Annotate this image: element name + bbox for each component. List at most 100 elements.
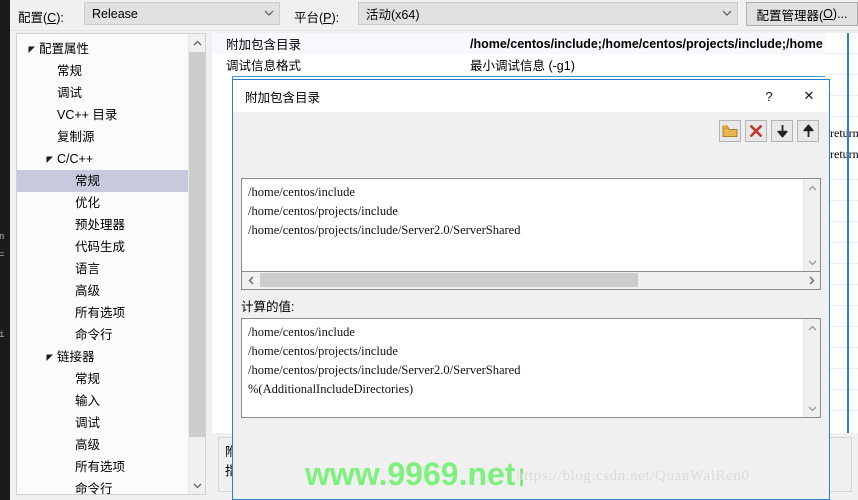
- evaluated-line: /home/centos/include: [248, 325, 355, 339]
- chevron-up-icon[interactable]: [189, 34, 205, 51]
- list-horizontal-scrollbar[interactable]: [241, 272, 821, 290]
- move-up-icon[interactable]: [797, 120, 819, 142]
- sidebar-item-10[interactable]: 语言: [17, 258, 189, 280]
- property-name: 附加包含目录: [226, 38, 302, 52]
- sidebar-item-11[interactable]: 高级: [17, 280, 189, 302]
- sidebar-item-label: 预处理器: [75, 218, 126, 232]
- evaluated-vertical-scrollbar[interactable]: [803, 319, 820, 417]
- sidebar-item-label: 优化: [75, 196, 101, 210]
- include-directories-list[interactable]: /home/centos/include/home/centos/project…: [241, 178, 821, 272]
- chevron-down-icon[interactable]: [804, 400, 820, 417]
- chevron-down-icon: [717, 10, 737, 17]
- platform-value: 活动(x64): [366, 8, 420, 22]
- chevron-up-icon[interactable]: [804, 179, 820, 196]
- move-down-icon[interactable]: [771, 120, 793, 142]
- dialog-title: 附加包含目录: [245, 90, 321, 105]
- gutter-fragment: =: [0, 250, 5, 260]
- toolbar-divider: [10, 30, 858, 31]
- sidebar-item-label: 配置属性: [39, 42, 90, 56]
- delete-icon[interactable]: [745, 120, 767, 142]
- sidebar-item-3[interactable]: VC++ 目录: [17, 104, 189, 126]
- platform-combobox[interactable]: 活动(x64): [358, 2, 738, 25]
- platform-label: 平台(P):: [294, 11, 340, 25]
- sidebar-item-18[interactable]: 高级: [17, 434, 189, 456]
- table-row[interactable]: 调试信息格式 最小调试信息 (-g1): [212, 54, 858, 75]
- sidebar-item-label: 常规: [75, 372, 101, 386]
- sidebar-item-label: 调试: [75, 416, 101, 430]
- sidebar-item-1[interactable]: 常规: [17, 60, 189, 82]
- tree-scrollbar-thumb[interactable]: [189, 52, 205, 437]
- chevron-down-icon[interactable]: [189, 477, 205, 494]
- property-pages-window: 配置(C): Release 平台(P): 活动(x64) 配置管理器(O)..…: [10, 0, 858, 500]
- configuration-combobox[interactable]: Release: [84, 2, 280, 25]
- configuration-label: 配置(C):: [18, 11, 64, 25]
- sidebar-item-19[interactable]: 所有选项: [17, 456, 189, 478]
- sidebar-item-label: 复制源: [57, 130, 95, 144]
- code-fragment: return: [830, 147, 858, 161]
- sidebar-item-7[interactable]: 优化: [17, 192, 189, 214]
- sidebar-item-2[interactable]: 调试: [17, 82, 189, 104]
- sidebar-item-label: 输入: [75, 394, 101, 408]
- configuration-value: Release: [92, 6, 138, 21]
- chevron-down-icon[interactable]: [804, 254, 820, 271]
- evaluated-line: /home/centos/projects/include: [248, 344, 398, 358]
- evaluated-value-label: 计算的值:: [241, 300, 295, 314]
- evaluated-value-items: /home/centos/include/home/centos/project…: [242, 319, 820, 399]
- tree-scrollbar[interactable]: [188, 34, 205, 494]
- evaluated-line: %(AdditionalIncludeDirectories): [248, 382, 414, 396]
- sidebar-item-13[interactable]: 命令行: [17, 324, 189, 346]
- help-button[interactable]: ?: [749, 81, 789, 111]
- horizontal-scrollbar-thumb[interactable]: [260, 273, 638, 287]
- sidebar-item-label: 命令行: [75, 328, 113, 342]
- sidebar-item-17[interactable]: 调试: [17, 412, 189, 434]
- dialog-title-bar[interactable]: 附加包含目录 ? ✕: [233, 80, 829, 112]
- sidebar-item-14[interactable]: 链接器: [17, 346, 189, 368]
- sidebar-item-20[interactable]: 命令行: [17, 478, 189, 495]
- chevron-right-icon[interactable]: [803, 272, 820, 288]
- sidebar-item-5[interactable]: C/C++: [17, 148, 189, 170]
- sidebar-item-label: 命令行: [75, 482, 113, 495]
- property-value[interactable]: 最小调试信息 (-g1): [470, 55, 858, 74]
- sidebar-item-4[interactable]: 复制源: [17, 126, 189, 148]
- gutter-fragment: n: [0, 232, 5, 242]
- twisty-expanded-icon[interactable]: [25, 45, 39, 54]
- sidebar-item-8[interactable]: 预处理器: [17, 214, 189, 236]
- configuration-toolbar: 配置(C): Release 平台(P): 活动(x64) 配置管理器(O)..…: [10, 0, 858, 30]
- gutter-fragment: i: [0, 330, 5, 340]
- sidebar-item-label: 常规: [57, 64, 83, 78]
- list-item[interactable]: /home/centos/projects/include: [248, 202, 802, 221]
- sidebar-item-15[interactable]: 常规: [17, 368, 189, 390]
- twisty-expanded-icon[interactable]: [43, 353, 57, 362]
- dialog-body: /home/centos/include/home/centos/project…: [233, 112, 829, 499]
- dialog-toolbar: [719, 120, 819, 144]
- list-vertical-scrollbar[interactable]: [803, 179, 820, 271]
- sidebar-item-0[interactable]: 配置属性: [17, 38, 189, 60]
- sidebar-item-9[interactable]: 代码生成: [17, 236, 189, 258]
- list-item[interactable]: /home/centos/projects/include/Server2.0/…: [248, 221, 802, 240]
- sidebar-item-label: 链接器: [57, 350, 95, 364]
- code-fragment: return: [830, 126, 858, 140]
- sidebar-item-12[interactable]: 所有选项: [17, 302, 189, 324]
- configuration-manager-button[interactable]: 配置管理器(O)...: [746, 2, 858, 26]
- new-folder-icon[interactable]: [719, 120, 741, 142]
- sidebar-item-label: 语言: [75, 262, 101, 276]
- sidebar-item-label: 代码生成: [75, 240, 126, 254]
- sidebar-item-label: 高级: [75, 438, 101, 452]
- sidebar-item-16[interactable]: 输入: [17, 390, 189, 412]
- sidebar-item-label: C/C++: [57, 152, 94, 166]
- chevron-up-icon[interactable]: [804, 319, 820, 336]
- sidebar-item-label: 高级: [75, 284, 101, 298]
- chevron-down-icon: [259, 10, 279, 17]
- table-row[interactable]: 附加包含目录/home/centos/include;/home/centos/…: [212, 33, 858, 54]
- twisty-expanded-icon[interactable]: [43, 155, 57, 164]
- sidebar-item-6[interactable]: 常规: [17, 170, 189, 192]
- close-icon[interactable]: ✕: [789, 81, 829, 111]
- sidebar-item-label: 所有选项: [75, 306, 126, 320]
- property-category-tree[interactable]: 配置属性 常规 调试 VC++ 目录 复制源 C/C++ 常规 优化 预处理器 代码生成 语言 高级所…: [16, 33, 206, 495]
- list-item[interactable]: /home/centos/include: [248, 183, 802, 202]
- sidebar-item-label: 所有选项: [75, 460, 126, 474]
- chevron-left-icon[interactable]: [242, 272, 259, 288]
- additional-include-directories-dialog: 附加包含目录 ? ✕ /home/centos/include /home/ce…: [232, 79, 830, 500]
- editor-gutter-strip: n = i: [0, 0, 10, 500]
- property-value[interactable]: /home/centos/include;/home/centos/projec…: [470, 37, 858, 51]
